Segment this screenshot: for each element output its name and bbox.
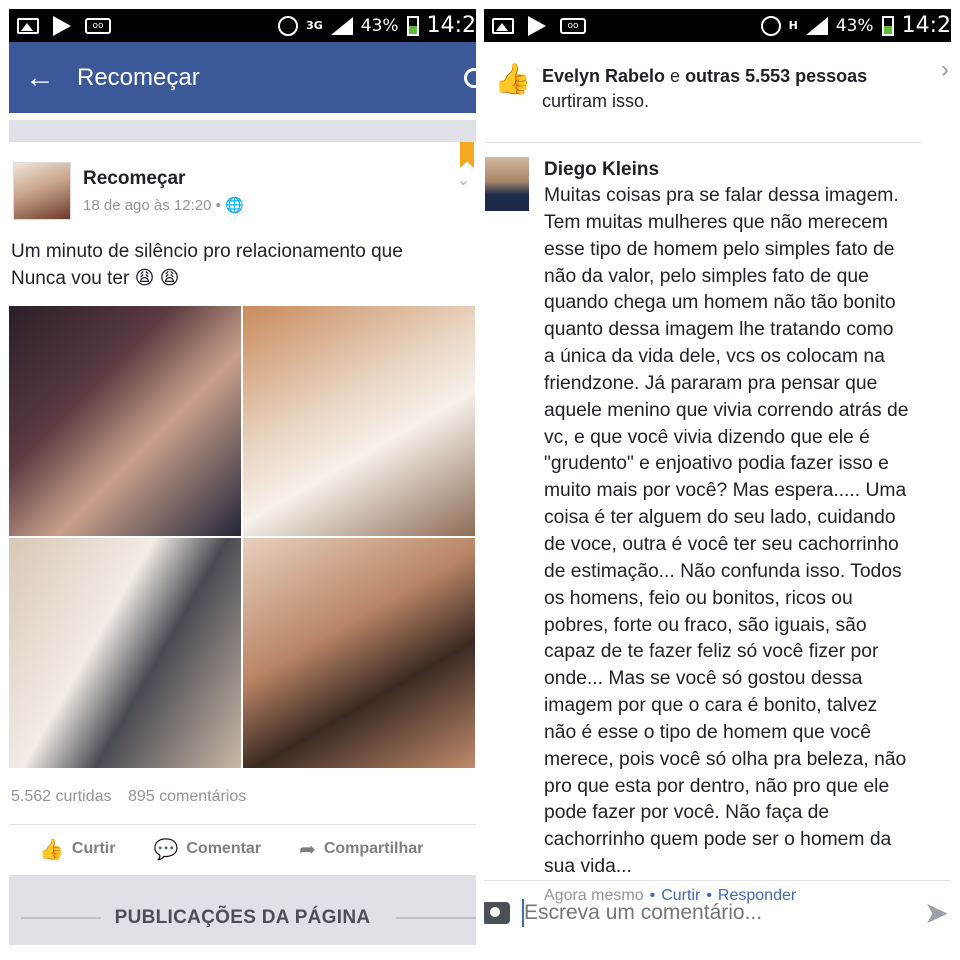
camera-icon[interactable] [484,902,510,924]
likers-others: outras 5.553 pessoas [685,66,868,86]
back-arrow-icon[interactable]: ← [25,61,55,95]
share-button[interactable]: ➦ Compartilhar [299,837,423,862]
post-actions: 👍 Curtir 💬 Comentar ➦ Compartilhar [9,825,476,873]
battery-percent: 43% [360,15,399,36]
comment-icon: 💬 [153,838,179,861]
battery-percent: 43% [835,15,874,36]
liker-name: Evelyn Rabelo [542,66,666,86]
separator-band [9,120,476,142]
gallery-icon [492,17,514,34]
page-title: Recomeçar [77,63,200,91]
post-header: Recomeçar 18 de ago às 12:20 • 🌐 ⌄ [9,142,476,220]
post-timestamp-text: 18 de ago às 12:20 • [83,197,221,214]
battery-icon [881,15,894,36]
thumbs-up-icon: 👍 [494,63,532,96]
alarm-icon [760,15,781,36]
play-icon [528,15,546,36]
likers-suffix: curtiram isso. [542,91,650,111]
battery-icon [406,15,419,36]
globe-icon: 🌐 [225,197,244,214]
post-photo[interactable] [9,306,241,536]
comment-author[interactable]: Diego Kleins [544,157,944,183]
comments-count[interactable]: 895 comentários [128,788,246,805]
post-photo[interactable] [243,306,475,536]
clock: 14:2 [901,13,951,38]
network-type: H [788,18,798,32]
chevron-right-icon[interactable]: › [941,56,949,84]
app-bar: ← Recomeçar [9,42,476,113]
comment-button[interactable]: 💬 Comentar [153,837,261,862]
post-photo[interactable] [9,538,241,768]
gallery-icon [17,17,39,34]
comment: Diego Kleins Muitas coisas pra se falar … [484,143,951,905]
likers-connector: e [665,66,686,86]
chevron-down-icon[interactable]: ⌄ [457,170,470,190]
signal-icon [805,16,828,35]
share-icon: ➦ [299,838,316,861]
avatar[interactable] [485,157,529,211]
photo-grid [9,306,475,770]
search-icon[interactable] [464,67,476,88]
post-author[interactable]: Recomeçar [83,168,244,190]
page-posts-section: PUBLICAÇÕES DA PÁGINA [9,875,476,945]
reaction-counts: 5.562 curtidas 895 comentários [9,770,476,806]
clock: 14:2 [426,13,476,38]
likes-count[interactable]: 5.562 curtidas [11,788,112,805]
post-timestamp: 18 de ago às 12:20 • 🌐 [83,196,244,214]
network-type: 3G [306,18,323,32]
thumbs-up-icon: 👍 [39,838,64,861]
comment-text: Muitas coisas pra se falar dessa imagem.… [544,185,909,878]
avatar[interactable] [13,162,71,220]
play-icon [53,15,71,36]
post-photo[interactable] [243,538,475,768]
post-text: Um minuto de silêncio pro relacionamento… [11,241,403,289]
comments-screen: oo H 43% 14:2 👍 Evelyn Rabelo e outras 5… [484,9,951,945]
comment-label: Comentar [186,840,262,857]
voicemail-icon: oo [85,17,111,34]
post-screen: oo 3G 43% 14:2 ← Recomeçar Recomeçar 18 … [9,9,476,945]
page-posts-heading: PUBLICAÇÕES DA PÁGINA [114,907,371,928]
share-label: Compartilhar [323,840,424,857]
send-icon[interactable]: ➤ [924,896,949,931]
alarm-icon [278,15,299,36]
voicemail-icon: oo [560,17,586,34]
bookmark-icon[interactable] [460,142,474,168]
status-bar: oo H 43% 14:2 [484,9,951,42]
signal-icon [330,16,353,35]
like-label: Curtir [71,840,116,857]
status-bar: oo 3G 43% 14:2 [9,9,476,42]
likers-summary[interactable]: 👍 Evelyn Rabelo e outras 5.553 pessoas c… [484,42,949,143]
like-button[interactable]: 👍 Curtir [39,837,115,862]
comment-composer: ➤ [484,880,951,945]
comment-input[interactable] [524,901,884,925]
